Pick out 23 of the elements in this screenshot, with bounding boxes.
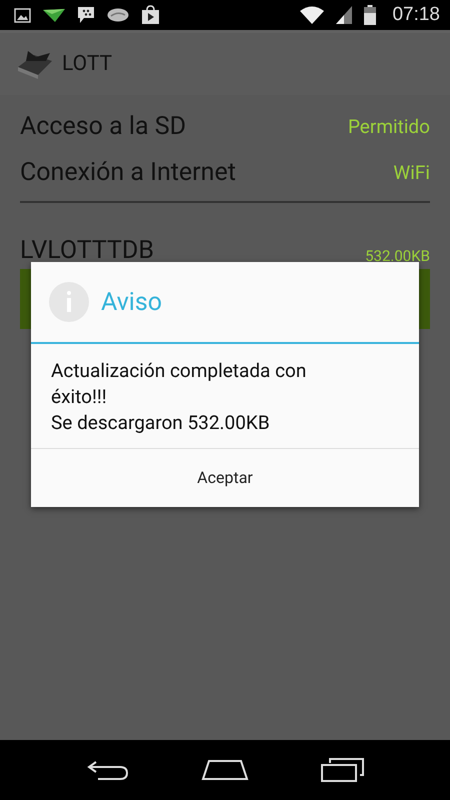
gallery-icon xyxy=(14,8,31,22)
database-name: LVLOTTTDB xyxy=(20,236,154,265)
setting-label: Acceso a la SD xyxy=(20,112,186,140)
setting-value: WiFi xyxy=(393,160,430,184)
accept-button[interactable]: Aceptar xyxy=(31,448,419,507)
book-icon[interactable] xyxy=(16,49,54,79)
dialog-title: Aviso xyxy=(101,288,162,316)
dialog-message: Actualización completada con éxito!!! Se descargaron 532.00KB xyxy=(50,358,308,436)
back-icon[interactable] xyxy=(86,759,130,781)
app-title: LOTT xyxy=(62,52,112,76)
setting-label: Conexión a Internet xyxy=(20,158,236,186)
battery-icon xyxy=(364,5,376,25)
recent-apps-icon[interactable] xyxy=(320,758,364,782)
paper-plane-icon xyxy=(43,8,65,22)
clock: 07:18 xyxy=(392,4,440,26)
play-store-icon xyxy=(141,5,160,25)
database-size: 532.00KB xyxy=(365,247,430,265)
home-icon[interactable] xyxy=(200,759,249,781)
setting-value: Permitido xyxy=(348,114,430,138)
wifi-icon xyxy=(300,6,324,24)
info-icon xyxy=(49,282,89,322)
signal-icon xyxy=(336,6,352,24)
chat-icon xyxy=(77,6,95,24)
